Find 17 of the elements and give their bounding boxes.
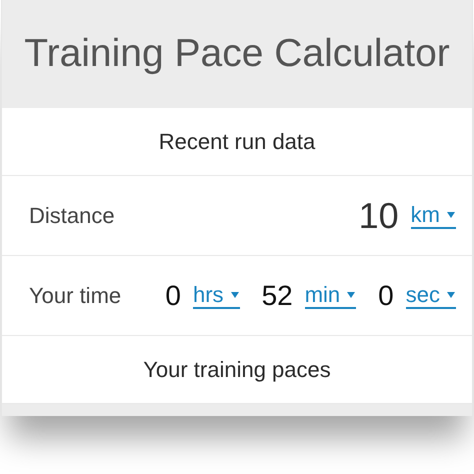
number-input[interactable]: 0	[378, 274, 394, 316]
caret-icon	[446, 210, 456, 218]
field-label: Distance	[29, 202, 115, 230]
unit-dropdown[interactable]: sec	[406, 282, 456, 308]
caret-icon	[446, 290, 456, 298]
unit-dropdown[interactable]: min	[304, 282, 356, 308]
unit-dropdown[interactable]: hrs	[193, 282, 240, 308]
calculator-title: Training Pace Calculator	[24, 30, 450, 77]
section-heading: Recent run data	[158, 128, 316, 156]
caret-icon	[346, 290, 356, 298]
caret-icon	[230, 290, 240, 298]
number-input[interactable]: 0	[165, 274, 181, 316]
number-input[interactable]: 52	[262, 274, 293, 316]
section-heading: Your training paces	[143, 356, 331, 384]
field-label: Your time	[29, 282, 122, 310]
unit-dropdown[interactable]: km	[410, 202, 456, 228]
number-input[interactable]: 10	[358, 188, 399, 242]
